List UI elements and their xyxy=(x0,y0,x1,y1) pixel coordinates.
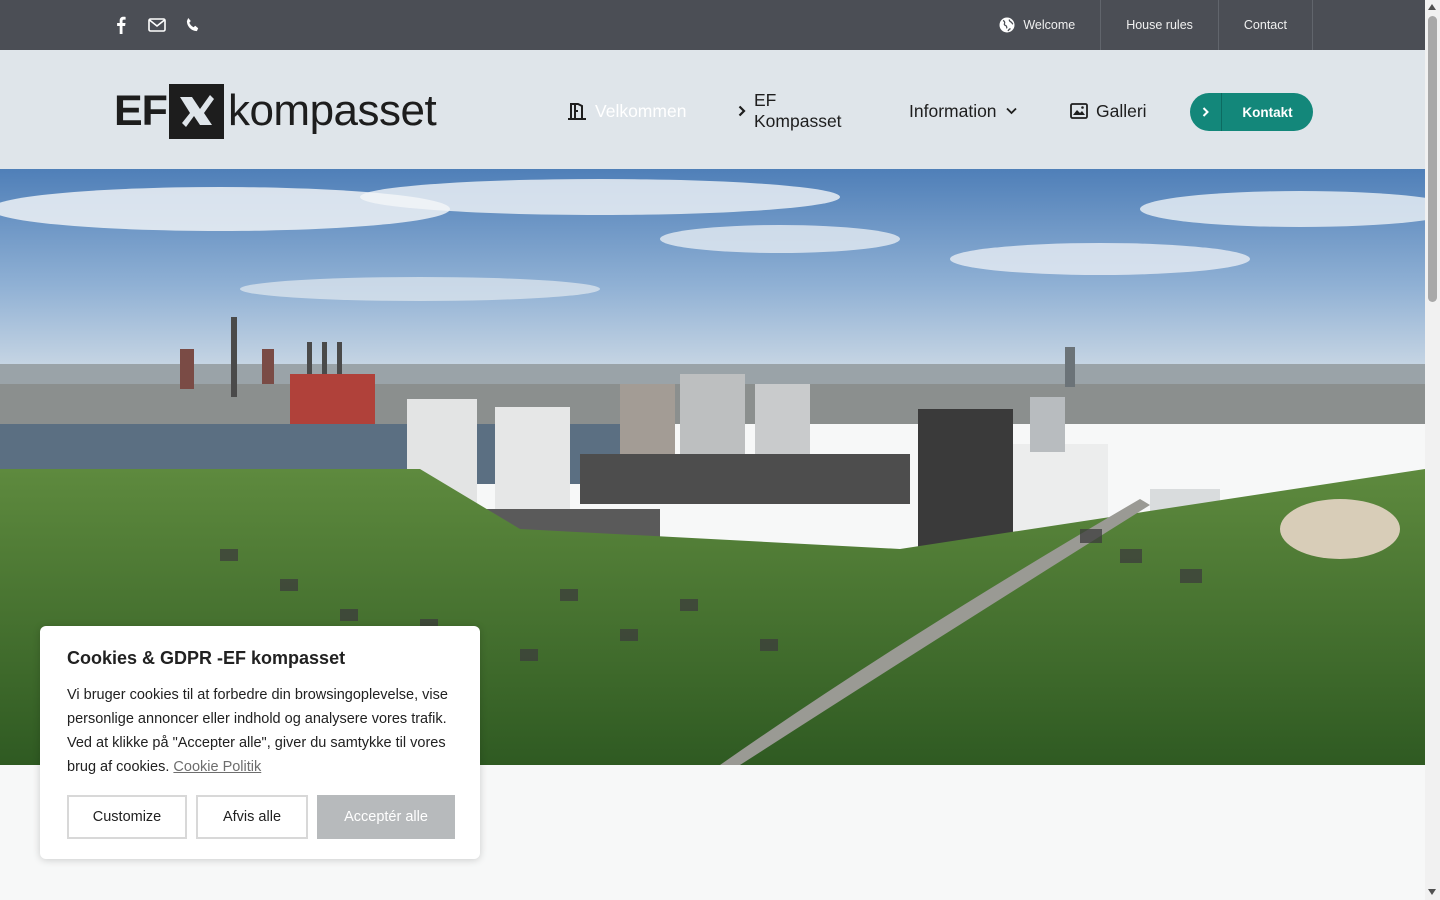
top-link-label: House rules xyxy=(1126,18,1193,32)
kontakt-button-label: Kontakt xyxy=(1242,104,1293,120)
top-link-label: Welcome xyxy=(1023,18,1076,32)
site-header: EF kompasset Velkommen EF Kompasset Info… xyxy=(0,50,1425,169)
logo-suffix: kompasset xyxy=(227,86,437,135)
cookie-title: Cookies & GDPR -EF kompasset xyxy=(67,648,346,668)
top-link-contact[interactable]: Contact xyxy=(1219,0,1313,50)
logo-prefix: EF xyxy=(114,86,168,135)
airplane-icon xyxy=(168,83,224,139)
nav-item-velkommen[interactable]: Velkommen xyxy=(567,100,686,122)
top-link-label: Contact xyxy=(1243,18,1287,32)
scrollbar[interactable] xyxy=(1425,0,1440,900)
gallery-icon xyxy=(1070,103,1088,119)
customize-button[interactable]: Customize xyxy=(67,795,187,839)
nav-item-information[interactable]: Information xyxy=(909,100,1017,122)
cookie-consent-dialog: Cookies & GDPR -EF kompasset Vi bruger c… xyxy=(40,626,480,859)
nav-item-label: EF Kompasset xyxy=(754,90,842,131)
phone-icon[interactable] xyxy=(183,14,203,36)
nav-item-label: Galleri xyxy=(1096,100,1147,121)
scrollbar-thumb[interactable] xyxy=(1428,16,1437,302)
top-bar: Welcome House rules Contact xyxy=(0,0,1425,50)
nav-item-galleri[interactable]: Galleri xyxy=(1070,100,1147,122)
nav-item-ef-kompasset[interactable]: EF Kompasset xyxy=(738,90,842,131)
scroll-up-arrow-icon[interactable] xyxy=(1428,4,1436,10)
cookie-policy-link[interactable]: Cookie Politik xyxy=(173,759,261,775)
site-logo[interactable]: EF kompasset xyxy=(114,83,437,139)
nav-item-label: Velkommen xyxy=(595,100,687,121)
reject-all-button[interactable]: Afvis alle xyxy=(196,795,308,839)
top-link-house-rules[interactable]: House rules xyxy=(1101,0,1219,50)
top-nav: Welcome House rules Contact xyxy=(974,0,1313,50)
facebook-icon[interactable] xyxy=(111,14,131,36)
chevron-right-icon xyxy=(1190,93,1222,131)
globe-icon xyxy=(999,17,1015,33)
chevron-down-icon xyxy=(1005,107,1017,115)
nav-item-label: Information xyxy=(909,100,997,121)
door-icon xyxy=(567,102,587,120)
accept-all-button[interactable]: Acceptér alle xyxy=(317,795,455,839)
cookie-body: Vi bruger cookies til at forbedre din br… xyxy=(67,683,453,779)
kontakt-button[interactable]: Kontakt xyxy=(1190,93,1313,131)
chevron-right-icon xyxy=(738,105,746,117)
social-links xyxy=(111,14,203,36)
cookie-buttons: Customize Afvis alle Acceptér alle xyxy=(67,795,455,839)
mail-icon[interactable] xyxy=(147,14,167,36)
top-link-welcome[interactable]: Welcome xyxy=(974,0,1102,50)
scroll-down-arrow-icon[interactable] xyxy=(1428,889,1436,895)
